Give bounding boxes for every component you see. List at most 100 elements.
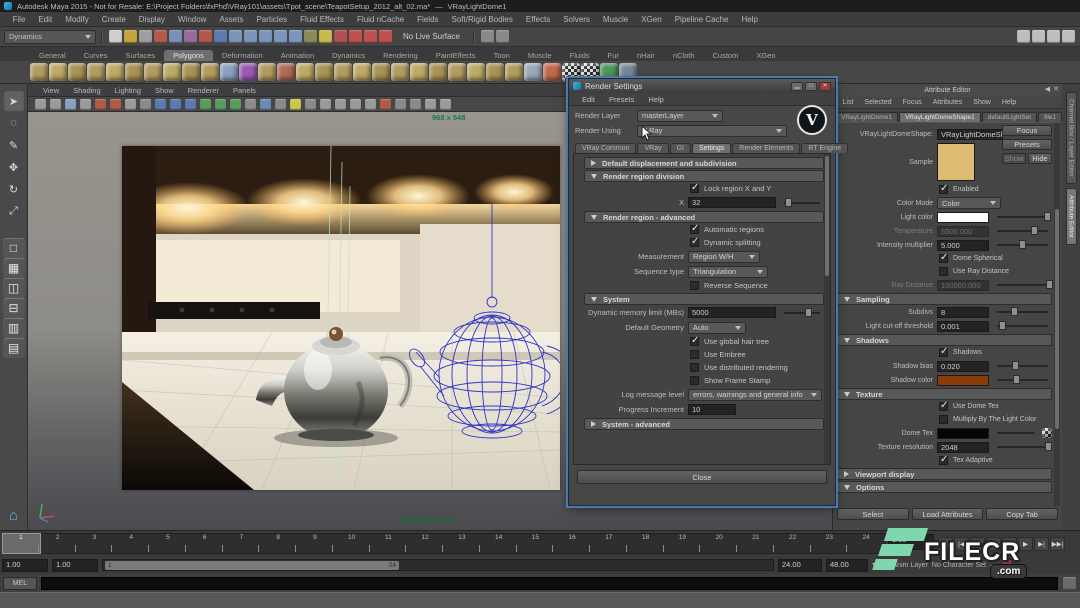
menu-item[interactable]: Modify — [59, 15, 96, 24]
panel-toggle-icon[interactable] — [1062, 30, 1075, 43]
range-slider-handle[interactable]: 1 24 — [105, 561, 399, 570]
status-icon[interactable] — [124, 30, 137, 43]
shadow-color-swatch[interactable] — [937, 375, 989, 386]
shelf-icon[interactable] — [505, 63, 523, 81]
layout-button[interactable]: □ — [3, 238, 25, 258]
shelf-tab[interactable]: XGen — [747, 50, 784, 61]
section-render-region-division[interactable]: Render region division — [584, 170, 824, 182]
command-language-toggle[interactable]: MEL — [3, 577, 37, 590]
status-icon[interactable] — [304, 30, 317, 43]
playback-button[interactable]: |◀ — [954, 537, 969, 551]
copy-tab-button[interactable]: Copy Tab — [986, 508, 1058, 520]
shelf-tab[interactable]: Fluids — [561, 50, 599, 61]
playback-button[interactable]: ◀ — [970, 537, 985, 551]
status-icon[interactable] — [379, 30, 392, 43]
frame-tick[interactable]: 6 — [187, 534, 224, 553]
render-layer-dropdown[interactable]: masterLayer — [637, 110, 723, 122]
tool-button[interactable]: ✥ — [3, 156, 25, 178]
shelf-icon[interactable] — [391, 63, 409, 81]
color-mode-dropdown[interactable]: Color — [937, 197, 1001, 209]
enabled-checkbox[interactable] — [939, 185, 948, 194]
shelf-tab[interactable]: Fur — [599, 50, 628, 61]
shelf-icon[interactable] — [315, 63, 333, 81]
status-icon[interactable] — [274, 30, 287, 43]
shelf-icon[interactable] — [486, 63, 504, 81]
shelf-icon[interactable] — [239, 63, 257, 81]
x-slider[interactable] — [784, 202, 820, 204]
global-hair-tree-checkbox[interactable] — [690, 337, 699, 346]
viewport-toolbar-icon[interactable] — [230, 99, 241, 110]
texture-resolution-slider[interactable] — [997, 446, 1048, 448]
menu-set-selector[interactable]: Dynamics — [4, 30, 96, 44]
section-texture[interactable]: Texture — [837, 388, 1052, 400]
shelf-icon[interactable] — [258, 63, 276, 81]
shelf-icon[interactable] — [524, 63, 542, 81]
viewport-menu-item[interactable]: Panels — [226, 86, 263, 95]
shelf-icon[interactable] — [372, 63, 390, 81]
viewport-toolbar-icon[interactable] — [305, 99, 316, 110]
measurement-dropdown[interactable]: Region W/H — [688, 251, 760, 263]
viewport-toolbar-icon[interactable] — [320, 99, 331, 110]
focus-button[interactable]: Focus — [1002, 125, 1052, 136]
render-settings-tab[interactable]: Settings — [692, 143, 731, 153]
subdivs-slider[interactable] — [997, 311, 1048, 313]
frame-tick[interactable]: 20 — [701, 534, 738, 553]
close-button[interactable]: Close — [577, 470, 827, 484]
status-icon[interactable] — [496, 30, 509, 43]
shelf-icon[interactable] — [30, 63, 48, 81]
use-embree-checkbox[interactable] — [690, 350, 699, 359]
section-options[interactable]: Options — [837, 481, 1052, 493]
window-control-button[interactable]: □ — [805, 82, 817, 91]
render-settings-titlebar[interactable]: Render Settings ▁□✕ — [569, 79, 835, 93]
shelf-icon[interactable] — [448, 63, 466, 81]
shelf-tab[interactable]: PaintEffects — [427, 50, 485, 61]
automatic-regions-checkbox[interactable] — [690, 225, 699, 234]
viewport-menu-item[interactable]: Show — [148, 86, 181, 95]
command-input[interactable] — [41, 577, 1058, 590]
playback-button[interactable]: |◀◀ — [938, 537, 953, 551]
frame-tick[interactable]: 14 — [481, 534, 518, 553]
progress-increment-field[interactable]: 10 — [688, 404, 736, 415]
viewport-toolbar-icon[interactable] — [245, 99, 256, 110]
texture-resolution-field[interactable]: 2048 — [937, 442, 989, 453]
status-icon[interactable] — [214, 30, 227, 43]
render-settings-tab[interactable]: VRay Common — [575, 143, 636, 153]
layout-button[interactable]: ⊟ — [3, 298, 25, 318]
range-slider-track[interactable]: 1 24 — [102, 559, 774, 571]
viewport-toolbar-icon[interactable] — [185, 99, 196, 110]
multiply-light-color-checkbox[interactable] — [939, 415, 948, 424]
frame-tick[interactable]: 4 — [113, 534, 150, 553]
texture-map-button[interactable] — [1042, 428, 1052, 438]
viewport-toolbar-icon[interactable] — [380, 99, 391, 110]
status-icon[interactable] — [349, 30, 362, 43]
tool-button[interactable]: ↻ — [3, 178, 25, 200]
shelf-icon[interactable] — [49, 63, 67, 81]
shelf-icon[interactable] — [182, 63, 200, 81]
shadow-color-slider[interactable] — [997, 379, 1048, 381]
shelf-tab[interactable]: Polygons — [164, 50, 213, 61]
shelf-icon[interactable] — [334, 63, 352, 81]
panel-toggle-icon[interactable] — [1032, 30, 1045, 43]
section-render-region-advanced[interactable]: Render region - advanced — [584, 211, 824, 223]
ae-menu-item[interactable]: Show — [968, 99, 997, 106]
shelf-icon[interactable] — [429, 63, 447, 81]
viewport-toolbar-icon[interactable] — [350, 99, 361, 110]
presets-button[interactable]: Presets — [1002, 139, 1052, 150]
ae-menu-item[interactable]: List — [837, 99, 859, 106]
dialog-menu-item[interactable]: Help — [641, 95, 670, 104]
character-set-label[interactable]: No Character Set — [932, 562, 986, 569]
viewport-toolbar-icon[interactable] — [395, 99, 406, 110]
frame-tick[interactable]: 5 — [150, 534, 187, 553]
status-icon[interactable] — [319, 30, 332, 43]
frame-tick[interactable]: 3 — [77, 534, 114, 553]
status-icon[interactable] — [154, 30, 167, 43]
menu-item[interactable]: Fluid Effects — [294, 15, 351, 24]
menu-item[interactable]: Fluid nCache — [351, 15, 411, 24]
dock-tab[interactable]: Attribute Editor — [1066, 188, 1077, 245]
shelf-tab[interactable]: nHair — [628, 50, 664, 61]
menu-item[interactable]: Solvers — [557, 15, 597, 24]
viewport-toolbar-icon[interactable] — [35, 99, 46, 110]
default-geometry-dropdown[interactable]: Auto — [688, 322, 746, 334]
render-using-dropdown[interactable]: V-Ray — [637, 125, 787, 137]
tex-adaptive-checkbox[interactable] — [939, 456, 948, 465]
